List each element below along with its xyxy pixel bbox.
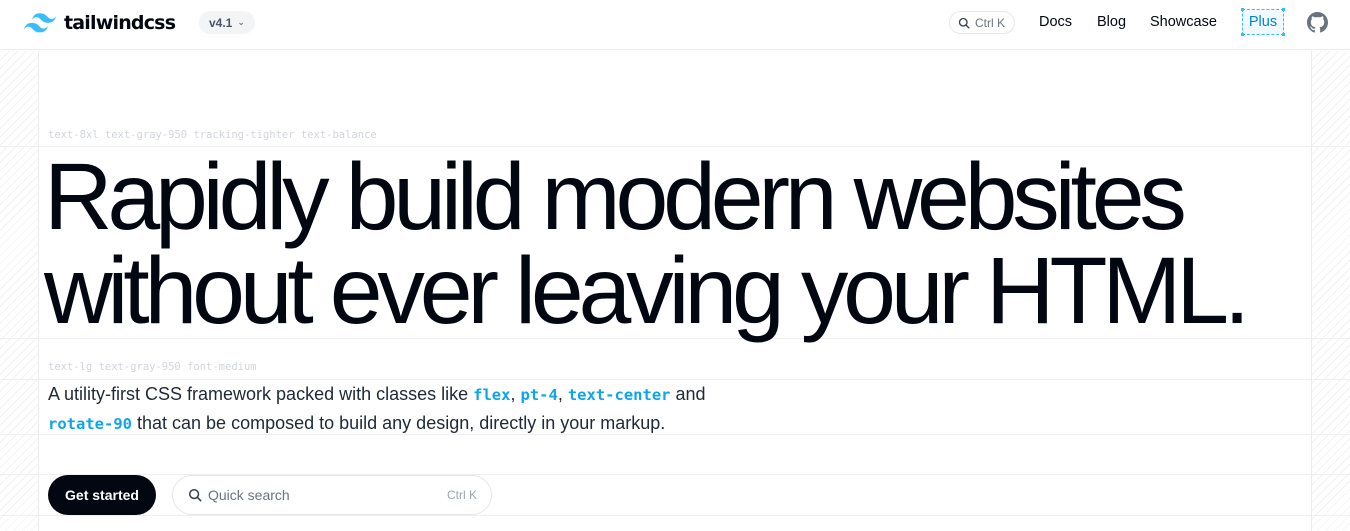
github-icon[interactable] [1307, 12, 1328, 33]
chevron-down-icon: ⌄ [237, 17, 245, 27]
hero-lead: A utility-first CSS framework packed wit… [48, 380, 808, 438]
quick-search-placeholder: Quick search [208, 487, 290, 503]
nav-search-button[interactable]: Ctrl K [949, 11, 1015, 34]
quick-search-shortcut: Ctrl K [447, 488, 477, 502]
code-rotate-90: rotate-90 [48, 415, 132, 433]
headline-utility-label: text-8xl text-gray-950 tracking-tighter … [48, 129, 377, 141]
tailwind-logo-icon [24, 13, 56, 33]
lead-sep: , [510, 384, 521, 404]
code-flex: flex [473, 386, 511, 404]
search-icon [958, 17, 970, 29]
nav-plus[interactable]: Plus [1241, 8, 1285, 36]
search-shortcut: Ctrl K [975, 15, 1005, 30]
logo-text: tailwindcss [64, 12, 176, 34]
lead-utility-label: text-lg text-gray-950 font-medium [48, 361, 257, 373]
search-icon [188, 488, 202, 502]
corner-marker [1241, 8, 1244, 11]
corner-marker [1241, 33, 1244, 36]
grid-line [0, 515, 1350, 516]
hero-headline: Rapidly build modern websites without ev… [44, 144, 1304, 344]
get-started-button[interactable]: Get started [48, 475, 156, 515]
lead-text: A utility-first CSS framework packed wit… [48, 384, 474, 404]
right-gutter-pattern [1311, 51, 1350, 531]
code-pt-4: pt-4 [520, 386, 558, 404]
nav-blog[interactable]: Blog [1097, 14, 1126, 30]
lead-text: that can be composed to build any design… [132, 413, 666, 433]
corner-marker [1282, 8, 1285, 11]
nav-docs[interactable]: Docs [1039, 14, 1072, 30]
top-nav: tailwindcss v4.1 ⌄ Ctrl K Docs Blog Show… [0, 0, 1350, 50]
lead-sep: , [557, 384, 568, 404]
headline-line-1: Rapidly build modern websites [44, 144, 1187, 250]
nav-showcase[interactable]: Showcase [1150, 14, 1217, 30]
lead-text: and [670, 384, 706, 404]
headline-line-2: without ever leaving your HTML. [44, 238, 1250, 344]
version-selector[interactable]: v4.1 ⌄ [199, 11, 255, 34]
logo[interactable]: tailwindcss [24, 10, 176, 36]
code-text-center: text-center [567, 386, 671, 404]
version-label: v4.1 [209, 15, 233, 30]
nav-plus-label: Plus [1248, 14, 1278, 30]
left-gutter-pattern [0, 51, 39, 531]
quick-search-input[interactable]: Quick search Ctrl K [172, 475, 492, 515]
corner-marker [1282, 33, 1285, 36]
